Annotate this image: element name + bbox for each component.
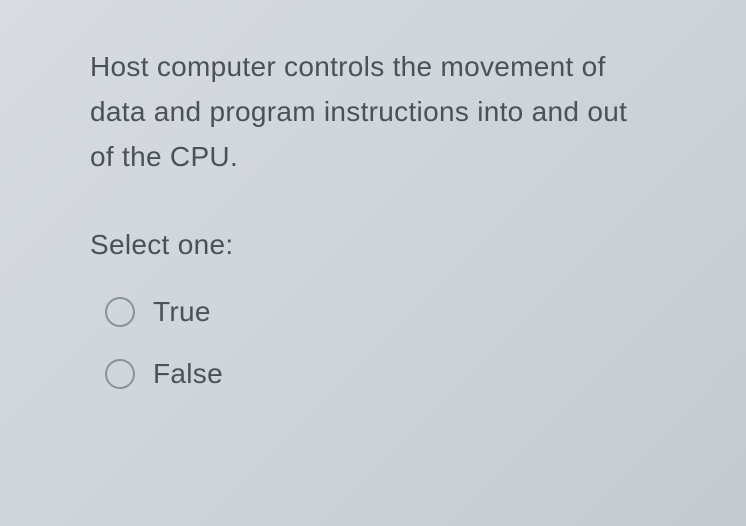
select-prompt: Select one: [90, 229, 656, 261]
radio-icon [105, 297, 135, 327]
option-true[interactable]: True [105, 296, 656, 328]
option-false[interactable]: False [105, 358, 656, 390]
option-label: True [153, 296, 211, 328]
question-text: Host computer controls the movement of d… [90, 45, 656, 179]
option-label: False [153, 358, 223, 390]
options-group: True False [90, 296, 656, 390]
radio-icon [105, 359, 135, 389]
